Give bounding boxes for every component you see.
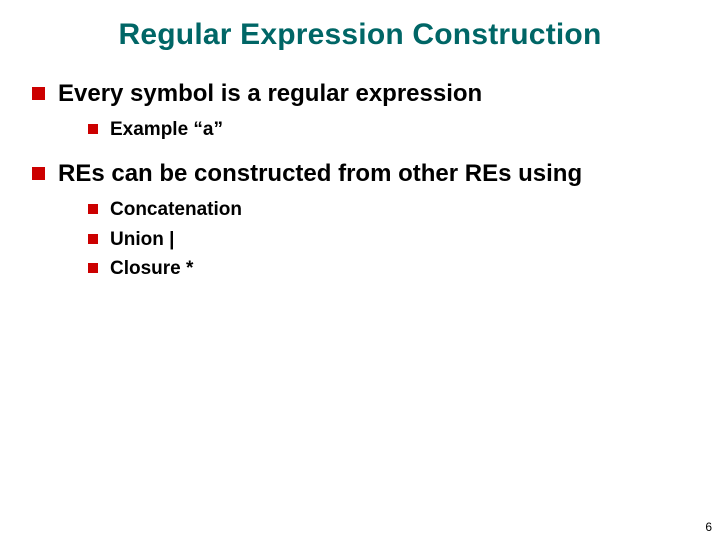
bullet-text: REs can be constructed from other REs us… bbox=[58, 160, 582, 187]
bullet-item: Every symbol is a regular expression Exa… bbox=[30, 78, 690, 144]
sub-bullet-item: Example “a” bbox=[88, 116, 690, 144]
sub-bullet-text: Closure * bbox=[110, 258, 193, 279]
sub-bullet-item: Closure * bbox=[88, 255, 690, 283]
slide-title: Regular Expression Construction bbox=[30, 18, 690, 52]
sub-bullet-text: Example “a” bbox=[110, 119, 223, 140]
slide: Regular Expression Construction Every sy… bbox=[0, 0, 720, 540]
sub-bullet-text: Concatenation bbox=[110, 199, 242, 220]
page-number: 6 bbox=[705, 520, 712, 534]
sub-bullet-item: Union | bbox=[88, 226, 690, 254]
sub-bullet-list: Example “a” bbox=[58, 116, 690, 144]
sub-bullet-item: Concatenation bbox=[88, 196, 690, 224]
bullet-item: REs can be constructed from other REs us… bbox=[30, 158, 690, 283]
bullet-text: Every symbol is a regular expression bbox=[58, 80, 482, 107]
sub-bullet-list: Concatenation Union | Closure * bbox=[58, 196, 690, 283]
bullet-list: Every symbol is a regular expression Exa… bbox=[30, 78, 690, 283]
sub-bullet-text: Union | bbox=[110, 229, 174, 250]
